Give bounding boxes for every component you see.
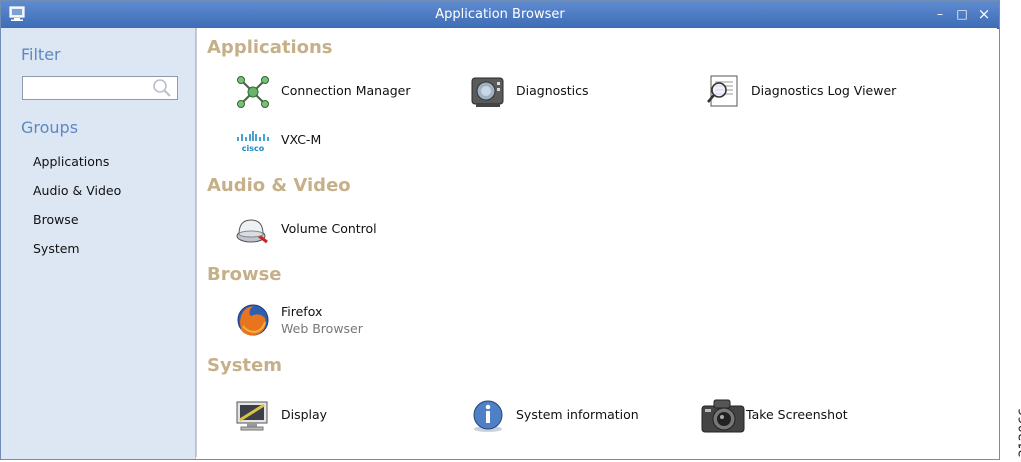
group-item-audio-video[interactable]: Audio & Video [33,183,121,198]
app-label: Diagnostics Log Viewer [751,83,897,98]
section-title-system: System [207,355,282,376]
section-title-browse: Browse [207,264,282,285]
application-browser-window: Application Browser – □ × Filter Groups … [0,0,1000,460]
app-label: System information [516,407,639,422]
search-icon[interactable] [151,78,173,98]
app-label: Volume Control [281,221,377,236]
minimize-button[interactable]: – [931,5,949,23]
app-label: Firefox [281,304,323,319]
search-input[interactable] [26,79,152,99]
group-item-browse[interactable]: Browse [33,212,79,227]
app-label: Display [281,407,328,422]
section-title-applications: Applications [207,37,333,58]
app-sublabel: Web Browser [281,321,363,336]
info-icon [473,400,503,432]
sidebar: Filter Groups Applications Audio & Video… [1,28,196,459]
speaker-icon [236,219,268,244]
search-box[interactable] [22,76,178,100]
log-viewer-icon [707,75,738,107]
monitor-icon [471,77,504,107]
app-list: Applications Connection Manager Diagnost… [196,28,997,457]
app-label: Connection Manager [281,83,411,98]
group-item-system[interactable]: System [33,241,80,256]
app-label: Take Screenshot [746,407,848,422]
close-button[interactable]: × [975,5,993,23]
camera-icon [701,399,745,433]
app-label: VXC-M [281,132,322,147]
display-icon [236,401,268,431]
network-icon [237,76,269,108]
window-title: Application Browser [435,7,565,22]
firefox-icon [237,304,269,336]
svg-text:cisco: cisco [242,144,265,153]
maximize-button[interactable]: □ [953,5,971,23]
titlebar[interactable]: Application Browser – □ × [1,1,999,29]
cisco-icon: cisco [237,131,269,153]
filter-heading: Filter [21,45,61,64]
group-item-applications[interactable]: Applications [33,154,109,169]
section-title-audio-video: Audio & Video [207,175,351,196]
app-label: Diagnostics [516,83,589,98]
groups-heading: Groups [21,118,79,137]
